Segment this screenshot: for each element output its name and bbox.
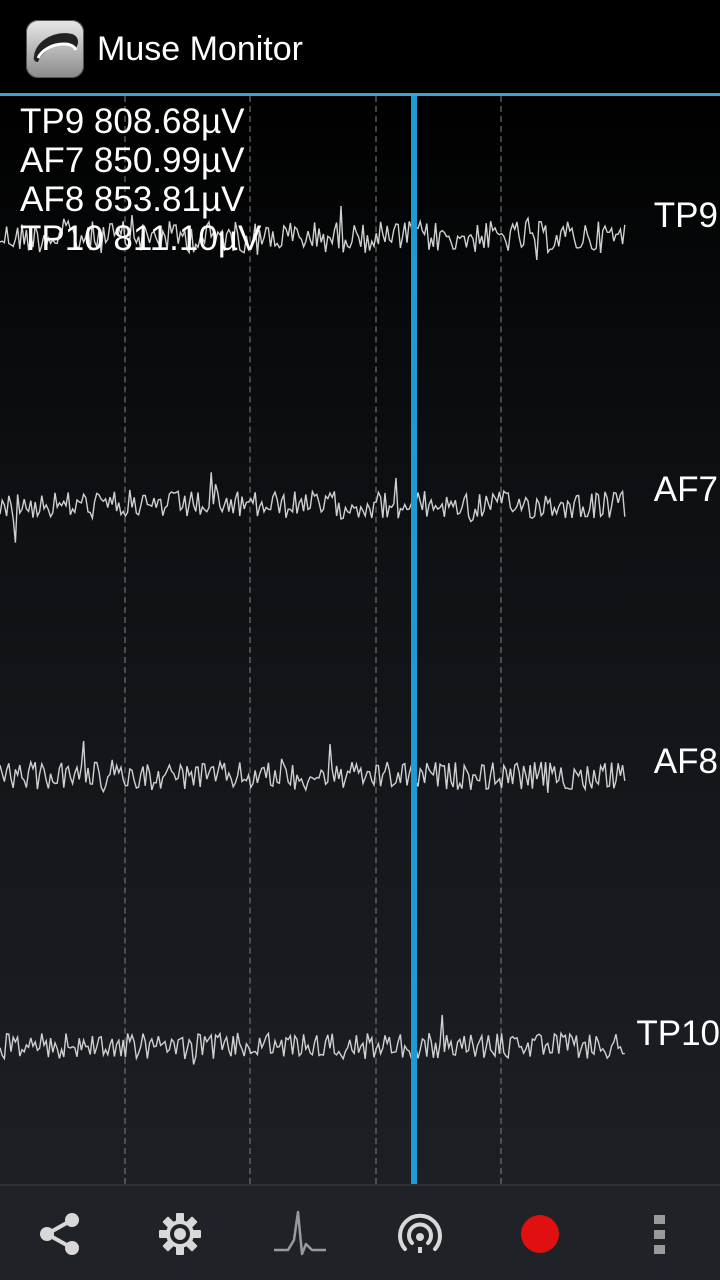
trace-af8 xyxy=(0,740,626,794)
record-icon xyxy=(521,1215,559,1253)
trace-af7 xyxy=(0,472,626,543)
record-button[interactable] xyxy=(504,1198,576,1270)
channel-label-tp9: TP9 xyxy=(653,196,718,235)
muse-monitor-app: Muse Monitor TP9 808.68µV AF7 850.99µV A… xyxy=(0,0,720,1280)
settings-button[interactable] xyxy=(144,1198,216,1270)
eeg-traces xyxy=(0,205,626,1065)
readout-tp9: TP9 808.68µV xyxy=(20,102,245,141)
gear-icon xyxy=(159,1213,201,1255)
share-icon xyxy=(40,1213,79,1255)
connect-button[interactable] xyxy=(384,1198,456,1270)
app-title: Muse Monitor xyxy=(97,30,303,68)
share-button[interactable] xyxy=(24,1198,96,1270)
readout-af7: AF7 850.99µV xyxy=(20,141,245,180)
readout-tp10: TP10 811.10µV xyxy=(20,219,262,258)
channel-label-tp10: TP10 xyxy=(636,1014,720,1053)
action-bar: Muse Monitor xyxy=(0,0,720,96)
trace-tp10 xyxy=(0,1014,625,1065)
more-vert-icon xyxy=(654,1215,665,1254)
muse-headband-icon[interactable] xyxy=(26,20,84,78)
waveform-icon xyxy=(274,1210,326,1256)
broadcast-icon xyxy=(398,1213,442,1253)
readout-af8: AF8 853.81µV xyxy=(20,180,245,219)
eeg-plot: TP9 808.68µV AF7 850.99µV AF8 853.81µV T… xyxy=(0,96,720,1184)
channel-label-af7: AF7 xyxy=(653,470,718,509)
overflow-menu-button[interactable] xyxy=(624,1198,696,1270)
waveform-button[interactable] xyxy=(264,1198,336,1270)
channel-readouts: TP9 808.68µV AF7 850.99µV AF8 853.81µV T… xyxy=(20,102,261,258)
bottom-toolbar xyxy=(0,1184,720,1280)
channel-label-af8: AF8 xyxy=(653,742,718,781)
sweep-cursor xyxy=(411,96,417,1184)
